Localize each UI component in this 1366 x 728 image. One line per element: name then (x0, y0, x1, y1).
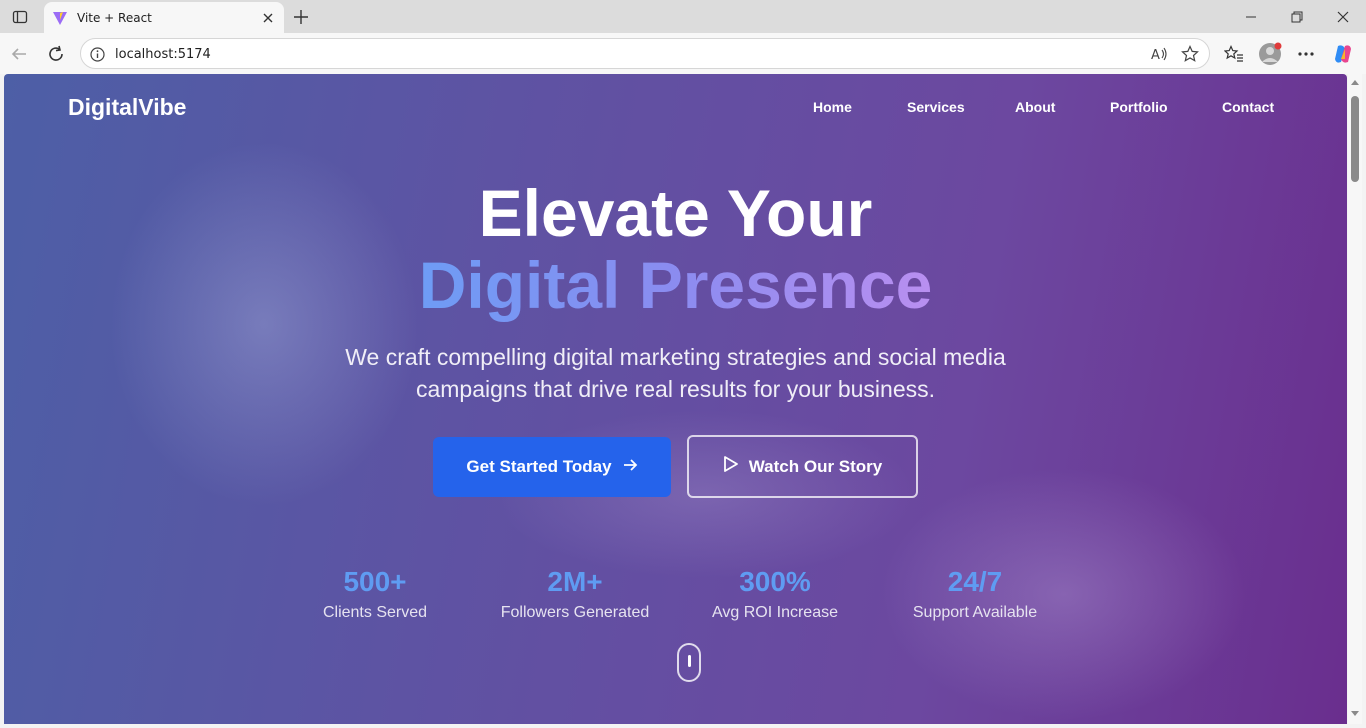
browser-tab[interactable]: Vite + React (44, 2, 284, 33)
stat-label: Support Available (912, 604, 1038, 621)
stat-value: 24/7 (947, 566, 1003, 597)
copilot-icon[interactable] (1331, 42, 1355, 66)
scroll-down-mouse-icon[interactable] (677, 643, 701, 682)
scrollbar-thumb[interactable] (1351, 96, 1359, 182)
tab-title: Vite + React (77, 10, 152, 25)
stat-roi: 300% Avg ROI Increase (675, 564, 875, 622)
get-started-button[interactable]: Get Started Today (433, 437, 671, 497)
restore-icon[interactable] (1274, 4, 1320, 30)
stat-label: Clients Served (322, 604, 428, 621)
stat-label: Avg ROI Increase (712, 604, 838, 621)
favorite-star-icon[interactable] (1181, 45, 1199, 63)
minimize-icon[interactable] (1228, 4, 1274, 30)
hero-title-gradient-text: Digital Presence (418, 248, 933, 322)
site-info-icon[interactable] (89, 46, 105, 62)
nav-link-services[interactable]: Services (907, 99, 965, 115)
close-window-icon[interactable] (1320, 4, 1366, 30)
watch-story-button[interactable]: Watch Our Story (687, 435, 918, 498)
stat-followers: 2M+ Followers Generated (475, 564, 675, 622)
get-started-label: Get Started Today (466, 457, 612, 476)
scroll-wheel-dot (688, 655, 691, 667)
reload-icon[interactable] (43, 41, 69, 67)
url-text[interactable]: localhost:5174 (115, 47, 211, 62)
sidebar-toggle-icon[interactable] (10, 7, 30, 27)
scroll-down-arrow-icon[interactable] (1351, 711, 1359, 716)
new-tab-icon[interactable] (290, 6, 312, 28)
page-scrollbar[interactable] (1348, 74, 1362, 724)
profile-avatar[interactable] (1258, 42, 1282, 66)
site-logo[interactable]: DigitalVibe (68, 94, 186, 121)
stat-clients: 500+ Clients Served (275, 564, 475, 622)
stat-value: 500+ (343, 566, 407, 597)
read-aloud-icon[interactable]: A (1151, 45, 1169, 63)
favorites-icon[interactable] (1222, 42, 1246, 66)
hero-title-line1: Elevate Your (478, 176, 873, 250)
stat-label: Followers Generated (500, 604, 650, 621)
address-bar[interactable]: localhost:5174 A (80, 38, 1210, 69)
back-icon[interactable] (6, 41, 32, 67)
stat-value: 300% (739, 566, 811, 597)
hero-subtitle: We craft compelling digital marketing st… (345, 344, 1006, 402)
stat-support: 24/7 Support Available (875, 564, 1075, 622)
vite-favicon-icon (52, 10, 68, 26)
more-menu-icon[interactable] (1294, 42, 1318, 66)
page-viewport: DigitalVibe Home Services About Portfoli… (4, 74, 1347, 724)
arrow-right-icon (622, 457, 638, 478)
browser-tab-strip: Vite + React (0, 0, 1366, 33)
scroll-up-arrow-icon[interactable] (1351, 80, 1359, 85)
nav-link-contact[interactable]: Contact (1222, 99, 1274, 115)
stat-value: 2M+ (547, 566, 603, 597)
nav-link-about[interactable]: About (1015, 99, 1055, 115)
hero-title-line2: Digital Presence (4, 246, 1347, 324)
browser-toolbar: localhost:5174 A (0, 33, 1366, 74)
nav-link-home[interactable]: Home (813, 99, 852, 115)
svg-text:A: A (1151, 48, 1160, 62)
watch-story-label: Watch Our Story (748, 456, 883, 476)
tab-close-icon[interactable] (260, 10, 276, 26)
play-icon (723, 455, 739, 478)
nav-link-portfolio[interactable]: Portfolio (1110, 99, 1168, 115)
